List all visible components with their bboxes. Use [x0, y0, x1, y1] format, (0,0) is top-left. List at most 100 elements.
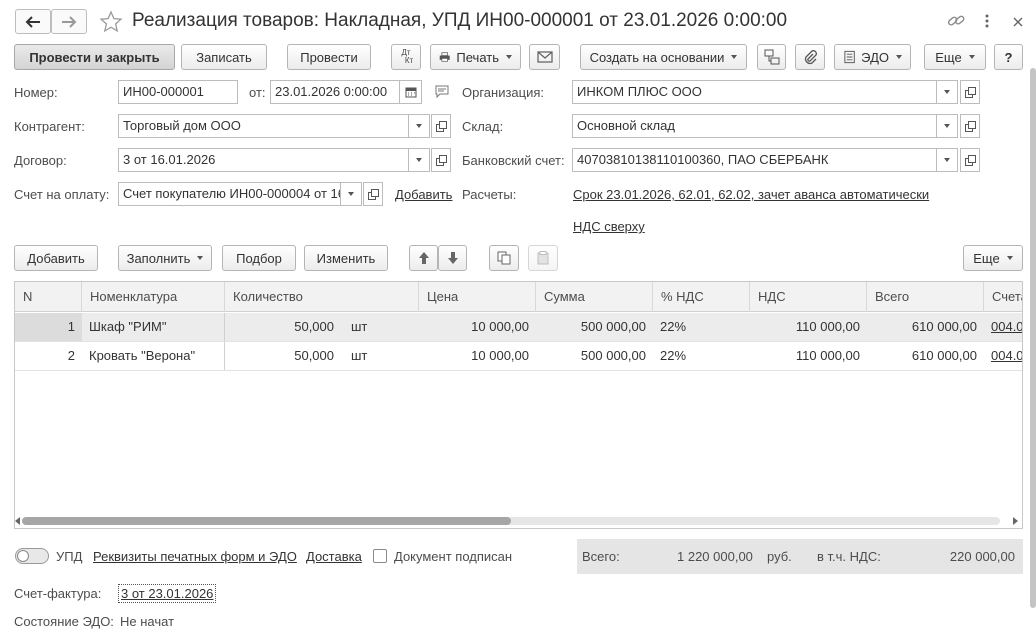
more-button[interactable]: Еще [924, 44, 986, 70]
contract-open-button[interactable] [431, 148, 451, 172]
close-icon[interactable] [1013, 15, 1023, 30]
change-button[interactable]: Изменить [304, 245, 388, 271]
cell-total[interactable]: 610 000,00 [867, 313, 984, 341]
calendar-button[interactable] [399, 81, 421, 103]
number-field[interactable]: ИН00-000001 [118, 80, 238, 104]
bank-account-field[interactable]: 40703810138110100360, ПАО СБЕРБАНК [572, 148, 958, 172]
cell-price[interactable]: 10 000,00 [419, 342, 536, 370]
structure-button[interactable] [757, 44, 786, 70]
column-header[interactable]: Количество [225, 282, 419, 312]
warehouse-dropdown-button[interactable] [936, 115, 957, 137]
contract-field[interactable]: 3 от 16.01.2026 [118, 148, 430, 172]
vertical-scrollbar-thumb[interactable] [1030, 68, 1036, 608]
table-row[interactable]: 1 Шкаф "РИМ" 50,000 шт 10 000,00 500 000… [15, 313, 1022, 342]
help-button[interactable]: ? [994, 44, 1023, 70]
paste-icon [537, 251, 549, 265]
post-button[interactable]: Провести [287, 44, 371, 70]
cell-vat-rate[interactable]: 22% [653, 313, 750, 341]
counterparty-dropdown-button[interactable] [408, 115, 429, 137]
column-header[interactable]: Номенклатура [82, 282, 225, 312]
invoice-doc-link[interactable]: 3 от 23.01.2026 [118, 584, 217, 603]
organization-dropdown-button[interactable] [936, 81, 957, 103]
add-row-button[interactable]: Добавить [14, 245, 98, 271]
delivery-link[interactable]: Доставка [306, 549, 362, 564]
cell-price[interactable]: 10 000,00 [419, 313, 536, 341]
bank-account-dropdown-button[interactable] [936, 149, 957, 171]
column-header[interactable]: Всего [867, 282, 984, 312]
favorite-star-icon[interactable] [99, 10, 123, 37]
move-down-button[interactable] [438, 245, 467, 271]
bank-account-open-button[interactable] [960, 148, 980, 172]
invoice-open-button[interactable] [363, 182, 383, 206]
print-button[interactable]: Печать [430, 44, 521, 70]
add-invoice-link[interactable]: Добавить [395, 187, 452, 202]
cell-account[interactable]: 004.0 [984, 342, 1022, 370]
vertical-scrollbar[interactable] [1030, 44, 1036, 622]
cell-item[interactable]: Шкаф "РИМ" [82, 313, 225, 341]
horizontal-scrollbar[interactable] [22, 517, 1000, 525]
forward-button[interactable] [51, 9, 87, 34]
contract-label: Договор: [14, 153, 67, 168]
date-field[interactable]: 23.01.2026 0:00:00 [270, 80, 422, 104]
organization-field[interactable]: ИНКОМ ПЛЮС ООО [572, 80, 958, 104]
counterparty-field[interactable]: Торговый дом ООО [118, 114, 430, 138]
cell-total[interactable]: 610 000,00 [867, 342, 984, 370]
email-button[interactable] [529, 44, 560, 70]
cell-sum[interactable]: 500 000,00 [536, 342, 653, 370]
upd-toggle[interactable] [15, 548, 49, 564]
document-signed-label: Документ подписан [394, 549, 513, 564]
more-vertical-icon[interactable] [984, 13, 990, 32]
dt-kt-button[interactable]: Дт Кт [391, 44, 421, 70]
currency-label: руб. [767, 549, 792, 564]
comment-icon[interactable] [434, 85, 450, 102]
column-header[interactable]: Счета [984, 282, 1022, 312]
scrollbar-thumb[interactable] [22, 517, 511, 525]
cell-qty[interactable]: 50,000 [225, 313, 341, 341]
selection-button[interactable]: Подбор [222, 245, 296, 271]
column-header[interactable]: Цена [419, 282, 536, 312]
cell-account[interactable]: 004.0 [984, 313, 1022, 341]
cell-n: 2 [67, 348, 75, 363]
scroll-right-icon[interactable] [1013, 517, 1018, 525]
fill-button[interactable]: Заполнить [118, 245, 212, 271]
invoice-dropdown-button[interactable] [340, 183, 361, 205]
counterparty-open-button[interactable] [431, 114, 451, 138]
link-icon[interactable] [946, 12, 966, 33]
warehouse-open-button[interactable] [960, 114, 980, 138]
attachments-button[interactable] [795, 44, 825, 70]
goods-table[interactable]: N Номенклатура Количество Цена Сумма % Н… [14, 281, 1023, 529]
scroll-left-icon[interactable] [15, 517, 20, 525]
toggle-knob [17, 550, 29, 562]
table-more-button[interactable]: Еще [963, 245, 1023, 271]
column-header[interactable]: N [15, 282, 82, 312]
table-row[interactable]: 2 Кровать "Верона" 50,000 шт 10 000,00 5… [15, 342, 1022, 371]
vat-total-label: в т.ч. НДС: [817, 549, 881, 564]
create-based-on-button[interactable]: Создать на основании [580, 44, 747, 70]
settlements-link[interactable]: Срок 23.01.2026, 62.01, 62.02, зачет ава… [573, 187, 929, 202]
back-button[interactable] [15, 9, 51, 34]
cell-vat[interactable]: 110 000,00 [750, 342, 867, 370]
print-forms-link[interactable]: Реквизиты печатных форм и ЭДО [93, 549, 297, 564]
move-up-button[interactable] [409, 245, 438, 271]
warehouse-field[interactable]: Основной склад [572, 114, 958, 138]
contract-dropdown-button[interactable] [408, 149, 429, 171]
column-header[interactable]: % НДС [653, 282, 750, 312]
copy-row-button[interactable] [489, 245, 519, 271]
paste-row-button[interactable] [528, 245, 558, 271]
cell-unit[interactable]: шт [344, 342, 419, 370]
document-signed-checkbox[interactable] [373, 549, 387, 563]
cell-sum[interactable]: 500 000,00 [536, 313, 653, 341]
organization-open-button[interactable] [960, 80, 980, 104]
invoice-field[interactable]: Счет покупателю ИН00-000004 от 16 [118, 182, 362, 206]
post-and-close-button[interactable]: Провести и закрыть [14, 44, 175, 70]
column-header[interactable]: Сумма [536, 282, 653, 312]
cell-item[interactable]: Кровать "Верона" [82, 342, 225, 370]
cell-vat[interactable]: 110 000,00 [750, 313, 867, 341]
cell-qty[interactable]: 50,000 [225, 342, 341, 370]
edo-button[interactable]: ЭДО [834, 44, 911, 70]
save-button[interactable]: Записать [181, 44, 267, 70]
cell-vat-rate[interactable]: 22% [653, 342, 750, 370]
column-header[interactable]: НДС [750, 282, 867, 312]
cell-unit[interactable]: шт [344, 313, 419, 341]
vat-on-top-link[interactable]: НДС сверху [573, 219, 645, 234]
